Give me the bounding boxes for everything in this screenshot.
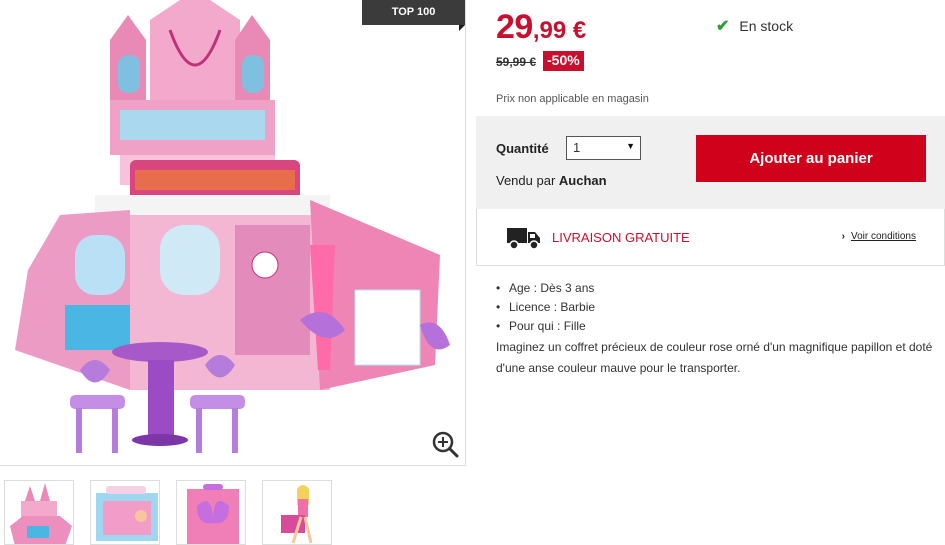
purchase-box: Quantité 1 ▼ Vendu par Auchan Ajouter au… (476, 116, 945, 209)
seller-prefix: Vendu par (496, 173, 556, 188)
conditions-link[interactable]: › Voir conditions (842, 231, 916, 242)
dropdown-arrow-icon: ▼ (626, 141, 635, 151)
old-price: 59,99 € (496, 55, 537, 69)
stock-label: En stock (739, 18, 794, 34)
castle-playset-illustration (15, 0, 450, 453)
seller-name: Auchan (558, 173, 607, 188)
chevron-right-icon: › (841, 231, 845, 242)
boxed-product-thumbnail[interactable] (90, 480, 160, 545)
top-100-badge: TOP 100 (362, 0, 465, 31)
product-main-image[interactable]: TOP 100 (0, 0, 466, 466)
conditions-link-label: Voir conditions (850, 231, 916, 242)
discount-badge: -50% (543, 51, 584, 71)
product-description: Imaginez un coffret précieux de couleur … (496, 340, 933, 375)
free-delivery-label: LIVRAISON GRATUITE (552, 230, 690, 245)
current-price: 29,99 € (496, 8, 586, 47)
spec-item-age: Age : Dès 3 ans (496, 279, 595, 298)
add-to-cart-button[interactable]: Ajouter au panier (696, 135, 926, 182)
zoom-in-icon[interactable] (431, 430, 461, 460)
quantity-label: Quantité (496, 141, 549, 156)
delivery-row: LIVRAISON GRATUITE › Voir conditions (476, 209, 945, 266)
price-integer: 29 (496, 8, 533, 46)
quantity-select[interactable]: 1 ▼ (566, 136, 641, 160)
castle-playset-thumbnail[interactable] (4, 480, 74, 545)
truck-icon (507, 228, 540, 250)
spec-item-licence: Licence : Barbie (496, 298, 595, 317)
closed-case-thumbnail[interactable] (176, 480, 246, 545)
doll-carrying-case-thumbnail[interactable] (262, 480, 332, 545)
product-specs: Age : Dès 3 ans Licence : Barbie Pour qu… (496, 279, 595, 336)
price-decimal: ,99 € (532, 17, 587, 44)
check-icon: ✔ (716, 18, 730, 35)
seller-info: Vendu par Auchan (496, 173, 607, 188)
quantity-value: 1 (573, 140, 581, 155)
price-notice: Prix non applicable en magasin (496, 93, 649, 105)
spec-item-audience: Pour qui : Fille (496, 317, 595, 336)
stock-status: ✔ En stock (716, 16, 793, 36)
thumbnail-strip (0, 480, 466, 545)
